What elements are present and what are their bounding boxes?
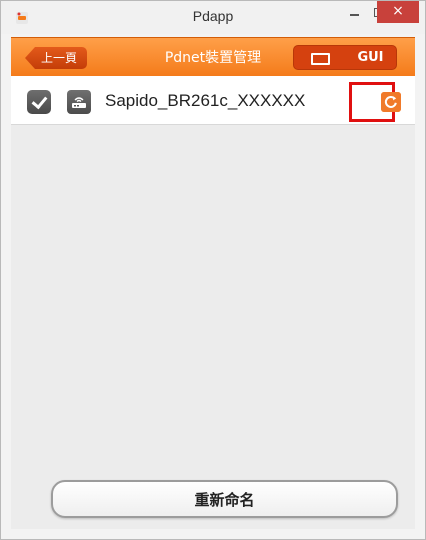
close-button[interactable]: × [377,1,419,23]
back-button[interactable]: 上一頁 [25,47,87,69]
screen-mode-button[interactable] [294,46,344,69]
screen-icon [311,53,330,65]
gui-mode-button[interactable]: GUI [345,46,396,69]
app-window: Pdapp × 上一頁 Pdnet裝置管理 GUI Sapido_BR261c_… [0,0,426,540]
view-mode-toggle: GUI [293,45,397,70]
device-checkbox[interactable] [27,90,51,114]
minimize-button[interactable] [341,1,367,23]
refresh-icon[interactable] [381,92,401,112]
device-name: Sapido_BR261c_XXXXXX [105,91,306,110]
title-bar: Pdapp × [1,1,425,34]
app-header: 上一頁 Pdnet裝置管理 GUI [11,37,415,76]
list-item[interactable]: Sapido_BR261c_XXXXXX [11,76,415,125]
rename-button[interactable]: 重新命名 [51,480,398,518]
router-icon [67,90,91,114]
device-list-panel: Sapido_BR261c_XXXXXX 重新命名 [11,76,415,529]
